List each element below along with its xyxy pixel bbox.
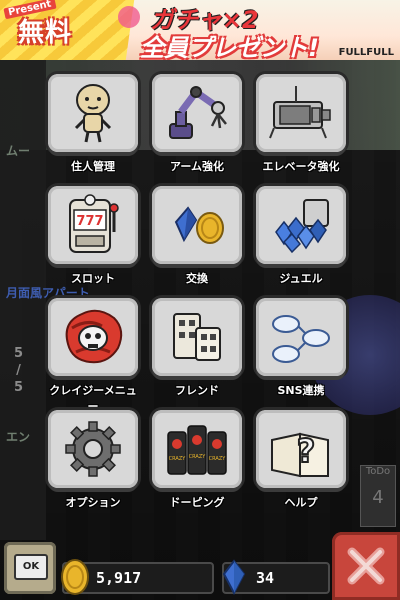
coin-counter: 5,917 [61, 559, 214, 595]
menu-item-elevator[interactable]: エレベータ強化 [252, 70, 350, 174]
promo-banner[interactable]: Present 無料 ガチャ×2 全員プレゼント! FULLFULL [0, 0, 400, 60]
menu-tile-box: 777 [48, 186, 138, 264]
menu-item-jewel[interactable]: ジュエル [252, 182, 350, 286]
crazy-cans-icon: CRAZY CRAZY CRAZY [167, 425, 227, 475]
jewel-counter: 34 [222, 559, 330, 596]
menu-tile-box [48, 410, 138, 488]
crazy-skull-icon [65, 309, 123, 364]
help-book-icon: ? [271, 431, 329, 478]
banner-decoration [118, 6, 140, 28]
banner-free-text: 無料 [18, 18, 73, 48]
menu-item-slot[interactable]: 777 スロット [44, 182, 142, 286]
todo-label: ToDo [365, 466, 391, 477]
todo-count: 4 [372, 487, 384, 508]
menu-item-option[interactable]: オプション [44, 406, 142, 510]
ratio-bottom: 5 [14, 380, 24, 395]
banner-all-present-text: 全員プレゼント! [140, 34, 319, 60]
bottom-bar: OK 5,917 34 [0, 532, 400, 600]
menu-tile-box [152, 74, 242, 152]
close-button[interactable] [332, 532, 400, 600]
menu-tile-box [48, 74, 138, 152]
menu-item-label: SNS連携 [277, 384, 325, 397]
menu-item-doping[interactable]: CRAZY CRAZY CRAZY ドーピング [148, 406, 246, 510]
can-label-left: CRAZY [169, 456, 187, 462]
background-floor-ratio: 5/ 5 [14, 346, 24, 395]
menu-item-friend[interactable]: フレンド [148, 294, 246, 398]
banner-brand: FULLFULL [338, 47, 394, 58]
menu-item-label: オプション [65, 496, 121, 509]
menu-item-arm[interactable]: アーム強化 [148, 70, 246, 174]
close-icon [347, 547, 385, 585]
background-label-en: エン [6, 430, 31, 444]
menu-item-label: ヘルプ [284, 496, 318, 509]
exchange-icon [174, 206, 224, 244]
menu-tile-box [256, 298, 346, 376]
todo-panel: ToDo 4 [360, 465, 396, 527]
menu-tile-box: CRAZY CRAZY CRAZY [152, 410, 242, 488]
menu-item-sns[interactable]: SNS連携 [252, 294, 350, 398]
menu-item-label: ジュエル [279, 272, 323, 285]
menu-item-exchange[interactable]: 交換 [148, 182, 246, 286]
slot-machine-icon: 777 [69, 194, 119, 253]
coin-icon [61, 559, 89, 595]
menu-tile-box [256, 186, 346, 264]
svg-text:?: ? [297, 432, 316, 470]
menu-item-label: ドーピング [169, 496, 225, 509]
friend-buildings-icon [173, 313, 221, 361]
sns-link-icon [272, 315, 330, 363]
ok-button[interactable]: OK [4, 542, 56, 594]
elevator-icon [269, 86, 331, 139]
gear-icon [65, 421, 121, 477]
menu-item-label: アーム強化 [169, 160, 224, 173]
menu-item-label: スロット [71, 272, 115, 285]
jewel-icon [275, 199, 329, 254]
menu-tile-box [152, 298, 242, 376]
app-screen: ムー 月面風アパート 5/ 5 エン ToDo 4 Present 無料 ガチャ… [0, 0, 400, 600]
background-ledge [125, 534, 235, 564]
coin-amount: 5,917 [96, 569, 142, 587]
svg-text:777: 777 [76, 214, 103, 229]
menu-item-label: 交換 [186, 272, 208, 285]
jewel-amount: 34 [256, 569, 275, 587]
menu-tile-box [256, 74, 346, 152]
background-label-mu: ムー [6, 144, 31, 158]
menu-item-label: 住人管理 [71, 160, 115, 173]
menu-tile-box: ? [256, 410, 346, 488]
menu-item-crazy-menu[interactable]: クレイジーメニュー [44, 294, 142, 413]
jewel-icon [222, 559, 246, 596]
can-label-center: CRAZY [189, 454, 207, 460]
menu-item-help[interactable]: ? ヘルプ [252, 406, 350, 510]
robot-arm-icon [169, 86, 227, 139]
can-label-right: CRAZY [209, 456, 227, 462]
menu-tile-box [48, 298, 138, 376]
ratio-top: 5 [14, 346, 24, 361]
menu-item-label: エレベータ強化 [262, 160, 340, 173]
menu-item-label: フレンド [175, 384, 219, 397]
ok-label: OK [14, 554, 48, 580]
resident-icon [74, 84, 112, 143]
menu-tile-box [152, 186, 242, 264]
menu-item-resident[interactable]: 住人管理 [44, 70, 142, 174]
